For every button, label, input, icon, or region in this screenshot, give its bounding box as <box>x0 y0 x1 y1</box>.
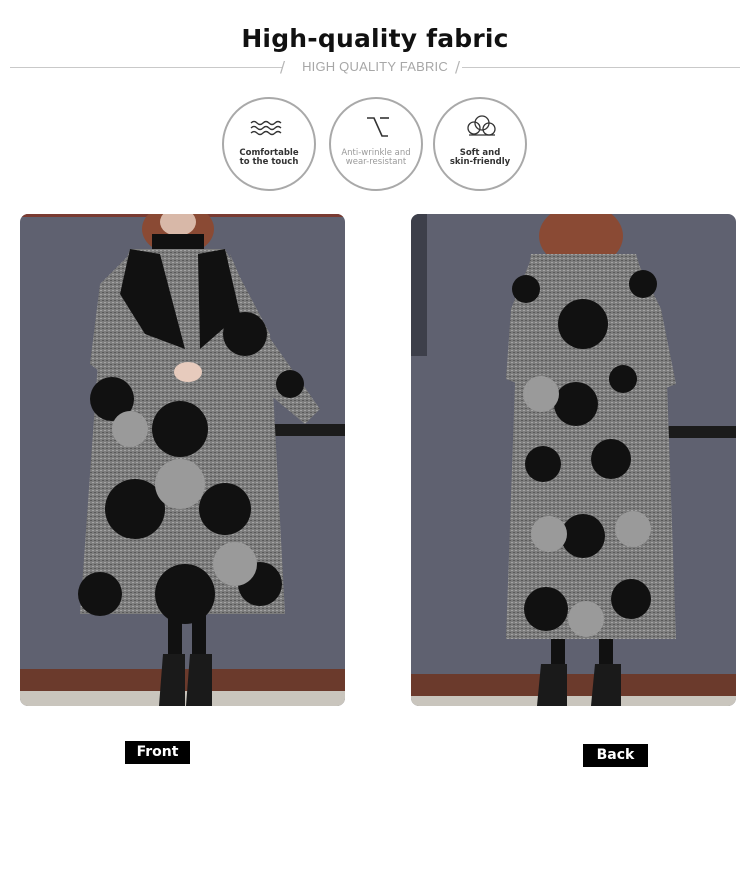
product-photo-front <box>20 214 345 706</box>
page-title: High-quality fabric <box>241 24 509 53</box>
divider-right <box>462 67 740 68</box>
feature-label: Soft and skin-friendly <box>449 148 511 167</box>
product-photo-back <box>411 214 736 706</box>
feature-label: Anti-wrinkle and wear-resistant <box>341 148 411 167</box>
feature-label: Comfortable to the touch <box>239 148 299 167</box>
divider-slash-right: / <box>455 58 461 76</box>
feature-anti-wrinkle: Anti-wrinkle and wear-resistant <box>329 97 423 191</box>
back-label: Back <box>583 744 648 767</box>
feature-comfortable: Comfortable to the touch <box>222 97 316 191</box>
front-label: Front <box>125 741 190 764</box>
feature-soft: Soft and skin-friendly <box>433 97 527 191</box>
waves-icon <box>224 113 314 141</box>
cloud-icon <box>435 113 525 141</box>
wrinkle-line-icon <box>331 113 421 141</box>
